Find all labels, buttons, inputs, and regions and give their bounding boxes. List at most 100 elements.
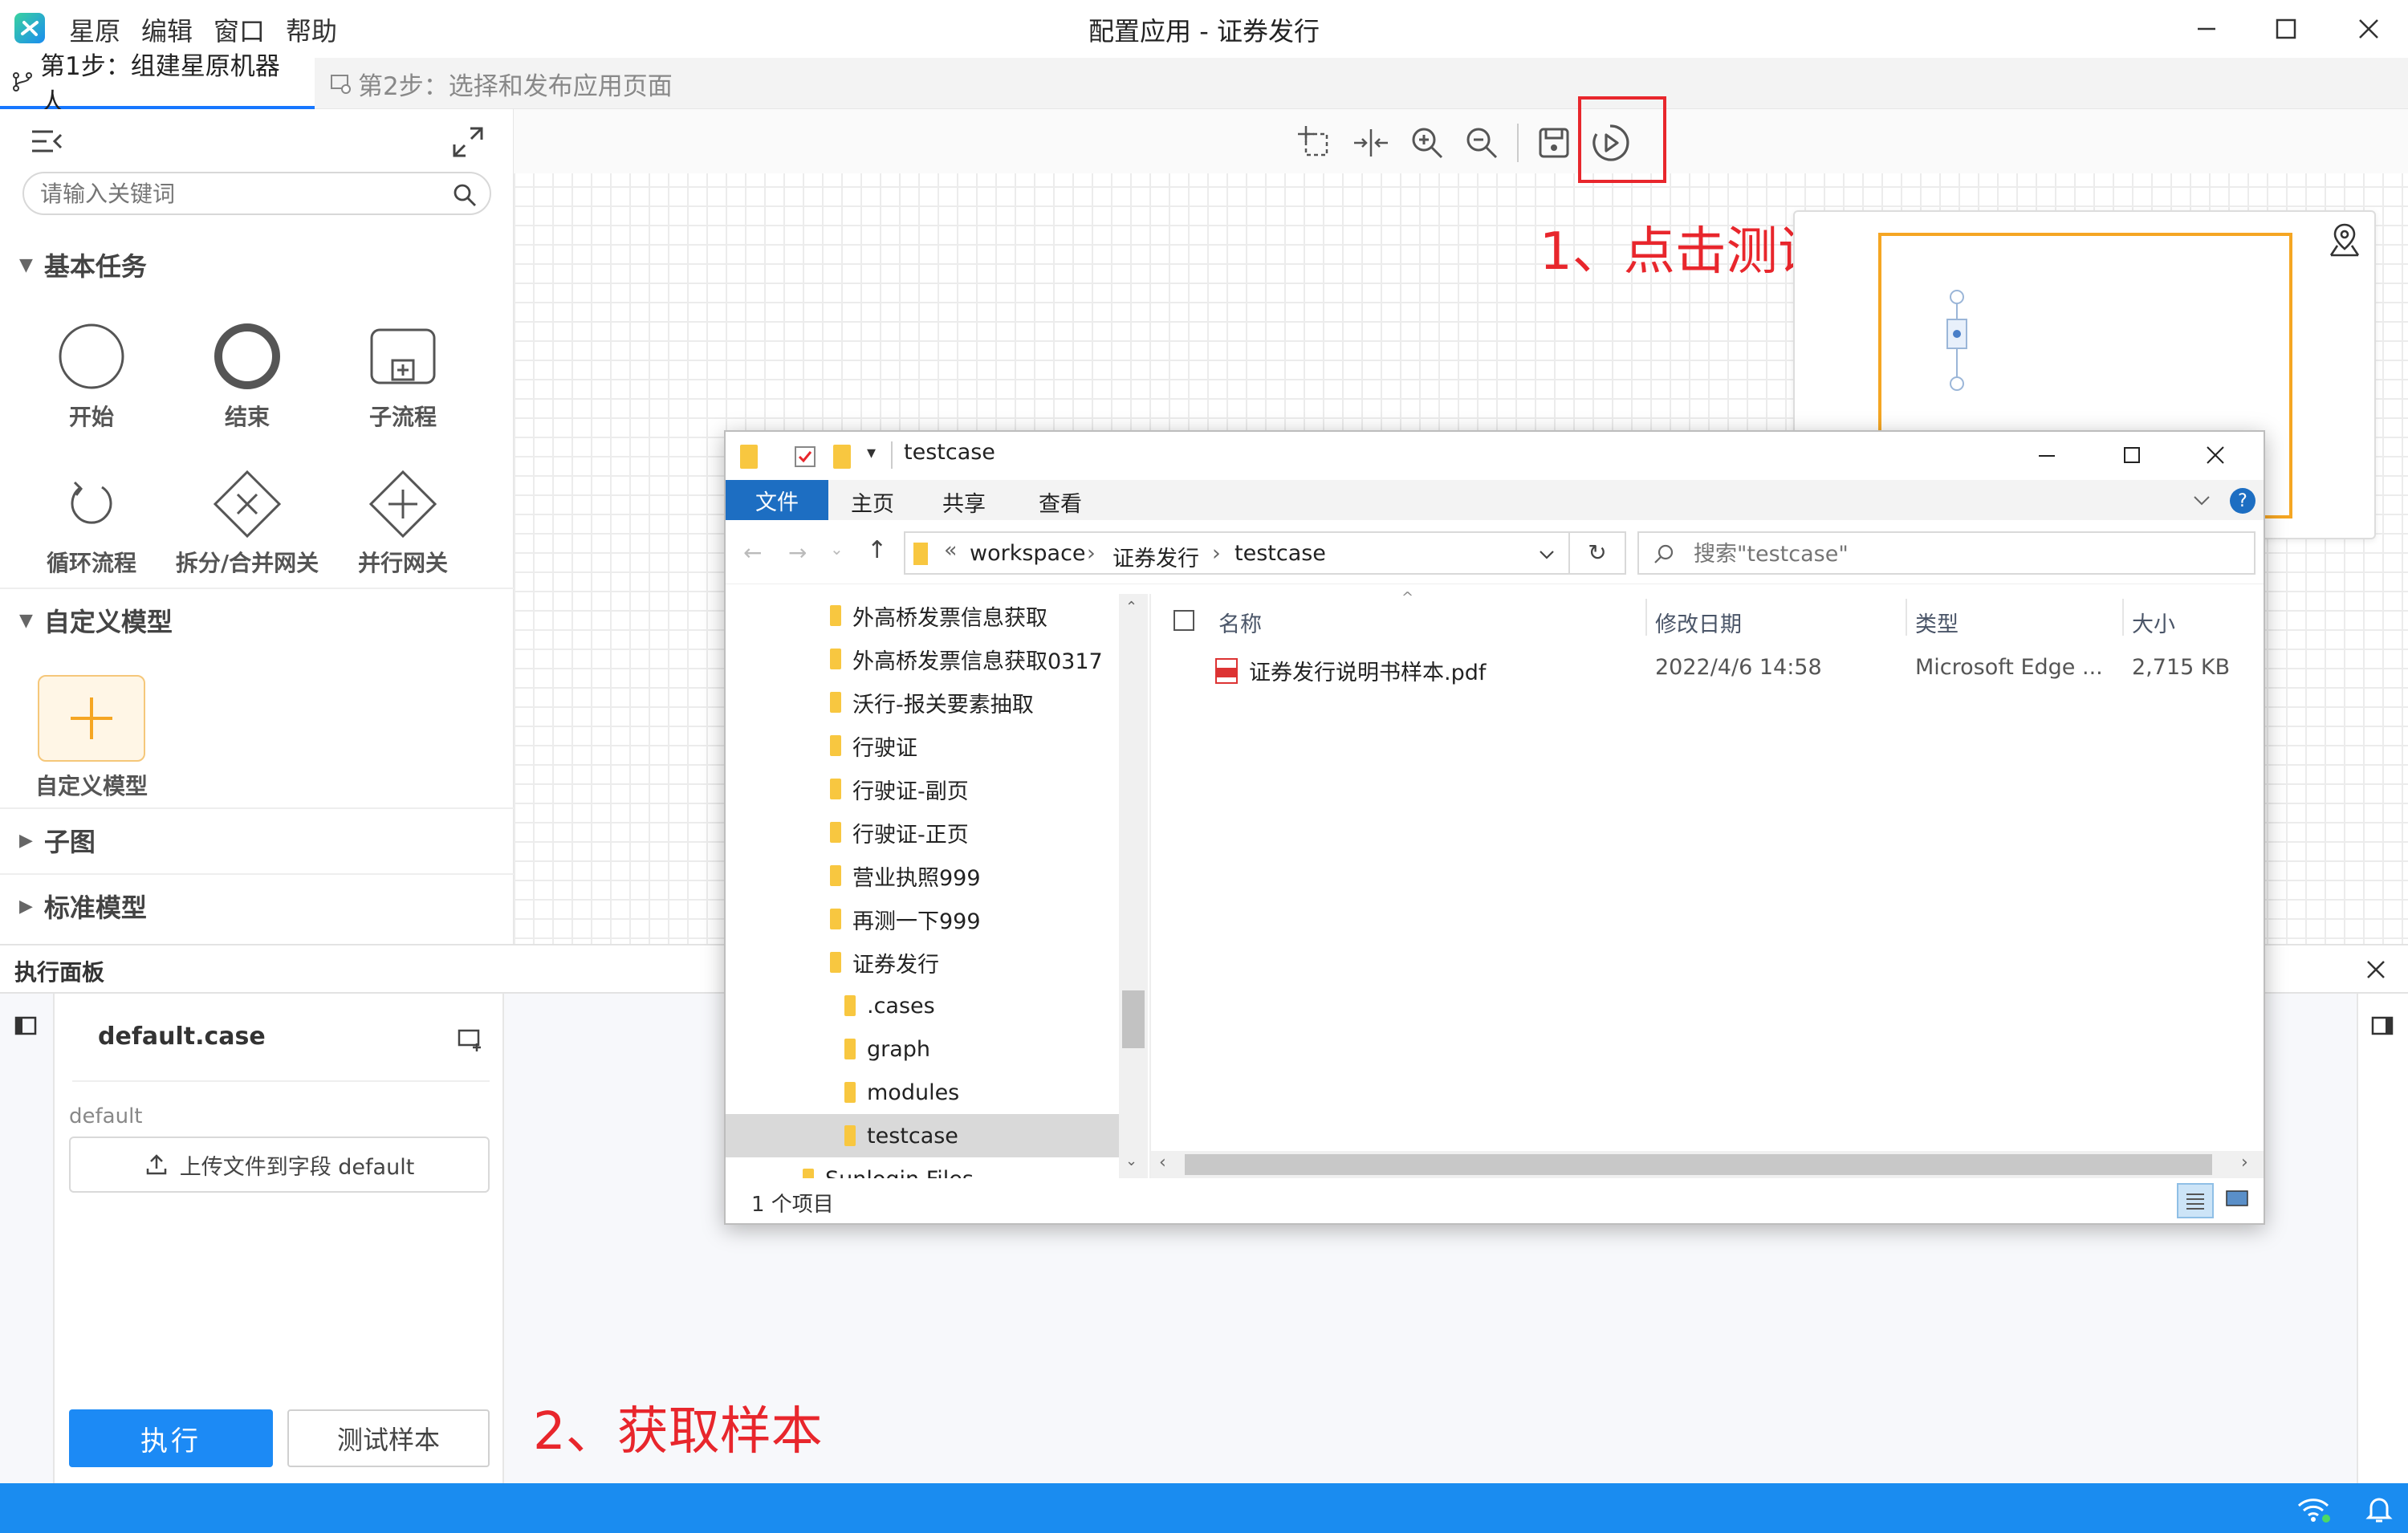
new-folder-icon[interactable] bbox=[833, 445, 851, 469]
breadcrumb-folder[interactable]: 证券发行 bbox=[1112, 541, 1199, 572]
column-header-size[interactable]: 大小 bbox=[2132, 607, 2175, 638]
large-icons-view-icon[interactable] bbox=[2220, 1183, 2257, 1218]
ribbon-tab-home[interactable]: 主页 bbox=[828, 485, 917, 518]
save-icon[interactable] bbox=[1531, 120, 1576, 165]
palette-item-start[interactable]: 开始 bbox=[19, 321, 164, 432]
tree-scrollbar[interactable]: ⌃ ⌄ bbox=[1119, 594, 1148, 1178]
tree-item[interactable]: 行驶证-正页 bbox=[726, 811, 1119, 854]
column-header-type[interactable]: 类型 bbox=[1915, 607, 1959, 638]
tab-step1[interactable]: 第1步：组建星原机器人 bbox=[0, 52, 315, 117]
menu-window[interactable]: 窗口 bbox=[214, 11, 265, 48]
section-custom-models[interactable]: ▼ 自定义模型 bbox=[0, 588, 514, 652]
tree-item[interactable]: 营业执照999 bbox=[726, 854, 1119, 897]
step-tabs: 第1步：组建星原机器人 第2步：选择和发布应用页面 bbox=[0, 52, 2408, 117]
tree-item[interactable]: 行驶证 bbox=[726, 724, 1119, 767]
tree-item[interactable]: 再测一下999 bbox=[726, 897, 1119, 941]
breadcrumb-workspace[interactable]: workspace bbox=[970, 541, 1086, 566]
tree-item[interactable]: Sunlogin Files bbox=[726, 1157, 1119, 1178]
details-view-icon[interactable] bbox=[2177, 1183, 2214, 1218]
address-bar[interactable]: « workspace › 证券发行 › testcase bbox=[904, 531, 1570, 575]
scroll-right-icon[interactable]: › bbox=[2241, 1153, 2248, 1173]
menu-xingyuan[interactable]: 星原 bbox=[69, 11, 120, 48]
close-button[interactable] bbox=[2349, 14, 2389, 43]
zoom-in-icon[interactable] bbox=[1405, 120, 1450, 165]
file-row[interactable]: 证券发行说明书样本.pdf 2022/4/6 14:58 Microsoft E… bbox=[1151, 649, 2264, 693]
palette-item-end[interactable]: 结束 bbox=[175, 321, 319, 432]
breadcrumb-current[interactable]: testcase bbox=[1235, 541, 1326, 566]
section-subgraph[interactable]: ▶ 子图 bbox=[0, 807, 514, 872]
menu-help[interactable]: 帮助 bbox=[286, 11, 337, 48]
zoom-out-icon[interactable] bbox=[1459, 120, 1504, 165]
select-area-icon[interactable] bbox=[1292, 120, 1337, 165]
ribbon-expand-icon[interactable] bbox=[2190, 488, 2214, 512]
hscroll-thumb[interactable] bbox=[1185, 1154, 2212, 1175]
scroll-left-icon[interactable]: ‹ bbox=[1159, 1153, 1166, 1173]
palette-item-exclusive-gateway[interactable]: 拆分/合并网关 bbox=[175, 469, 319, 578]
maximize-button[interactable] bbox=[2265, 14, 2305, 43]
search-icon[interactable] bbox=[451, 181, 478, 209]
tree-item[interactable]: .cases bbox=[726, 984, 1119, 1027]
tree-item[interactable]: graph bbox=[726, 1027, 1119, 1071]
palette-item-subprocess[interactable]: 子流程 bbox=[331, 321, 475, 432]
explorer-search-input[interactable] bbox=[1694, 539, 2239, 568]
select-all-checkbox[interactable] bbox=[1173, 610, 1194, 631]
expand-icon[interactable] bbox=[449, 124, 486, 161]
scroll-down-icon[interactable]: ⌄ bbox=[1125, 1153, 1137, 1169]
properties-icon[interactable] bbox=[793, 445, 817, 469]
fit-width-icon[interactable] bbox=[1348, 120, 1393, 165]
tree-item[interactable]: 外高桥发票信息获取0317 bbox=[726, 637, 1119, 681]
sort-indicator-icon: ^ bbox=[1401, 589, 1414, 606]
file-list-hscrollbar[interactable]: ‹ › bbox=[1151, 1151, 2264, 1178]
explorer-search-box[interactable] bbox=[1637, 531, 2255, 575]
tree-item[interactable]: testcase bbox=[726, 1114, 1119, 1157]
forward-icon[interactable]: → bbox=[788, 539, 807, 566]
refresh-button[interactable]: ↻ bbox=[1570, 531, 1626, 575]
scroll-up-icon[interactable]: ⌃ bbox=[1125, 599, 1137, 616]
minimize-button[interactable] bbox=[2186, 14, 2227, 43]
explorer-maximize-button[interactable] bbox=[2116, 441, 2148, 470]
palette-item-parallel-gateway[interactable]: 并行网关 bbox=[331, 469, 475, 578]
run-button[interactable]: 执行 bbox=[69, 1409, 273, 1467]
section-basic-tasks[interactable]: ▼ 基本任务 bbox=[0, 233, 514, 297]
column-header-name[interactable]: 名称 bbox=[1218, 607, 1262, 638]
test-sample-button[interactable]: 测试样本 bbox=[287, 1409, 490, 1467]
right-panel-toggle-icon[interactable] bbox=[2369, 1013, 2395, 1039]
recent-dropdown-icon[interactable]: ⌄ bbox=[830, 539, 844, 559]
quick-access-dropdown-icon[interactable]: ▾ bbox=[867, 443, 876, 463]
up-icon[interactable]: ↑ bbox=[867, 536, 887, 564]
left-panel-toggle-icon[interactable] bbox=[13, 1013, 39, 1039]
tree-item[interactable]: 证券发行 bbox=[726, 941, 1119, 984]
tree-item-label: .cases bbox=[867, 993, 935, 1019]
tree-item[interactable]: modules bbox=[726, 1071, 1119, 1114]
tree-item[interactable]: 行驶证-副页 bbox=[726, 767, 1119, 811]
address-dropdown-icon[interactable] bbox=[1536, 544, 1557, 565]
palette-search-input[interactable] bbox=[40, 178, 441, 209]
section-standard-models[interactable]: ▶ 标准模型 bbox=[0, 873, 514, 937]
file-explorer-window[interactable]: ▾ testcase 文件 主页 共享 查看 ? ← → ⌄ ↑ « works… bbox=[724, 430, 2265, 1225]
column-header-modified[interactable]: 修改日期 bbox=[1655, 607, 1742, 638]
tab-step2[interactable]: 第2步：选择和发布应用页面 bbox=[318, 58, 687, 109]
collapse-menu-icon[interactable] bbox=[29, 125, 66, 157]
tree-item[interactable]: 沃行-报关要素抽取 bbox=[726, 681, 1119, 724]
explorer-minimize-button[interactable] bbox=[2031, 441, 2063, 470]
ribbon-tab-share[interactable]: 共享 bbox=[920, 485, 1008, 518]
explorer-close-button[interactable] bbox=[2199, 441, 2231, 470]
menu-edit[interactable]: 编辑 bbox=[141, 11, 193, 48]
palette-item-custom-model[interactable]: 自定义模型 bbox=[19, 674, 164, 801]
wifi-icon[interactable] bbox=[2294, 1493, 2333, 1525]
notification-bell-icon[interactable] bbox=[2363, 1493, 2395, 1525]
back-icon[interactable]: ← bbox=[743, 539, 762, 566]
case-name[interactable]: default.case bbox=[98, 1023, 266, 1051]
upload-file-button[interactable]: 上传文件到字段 default bbox=[69, 1137, 490, 1193]
tree-scroll-thumb[interactable] bbox=[1122, 990, 1145, 1048]
map-pin-icon[interactable] bbox=[2326, 222, 2363, 258]
navigation-pane[interactable]: 外高桥发票信息获取 外高桥发票信息获取0317 沃行-报关要素抽取 行驶证 行驶证-副页… bbox=[726, 594, 1148, 1178]
help-icon[interactable]: ? bbox=[2230, 488, 2255, 514]
ribbon-tab-file[interactable]: 文件 bbox=[726, 480, 828, 520]
case-options-icon[interactable] bbox=[456, 1024, 485, 1053]
tree-item[interactable]: 外高桥发票信息获取 bbox=[726, 594, 1119, 637]
palette-search-box[interactable] bbox=[22, 172, 491, 215]
close-panel-icon[interactable] bbox=[2361, 955, 2390, 984]
palette-item-loop[interactable]: 循环流程 bbox=[19, 469, 164, 578]
ribbon-tab-view[interactable]: 查看 bbox=[1016, 485, 1104, 518]
